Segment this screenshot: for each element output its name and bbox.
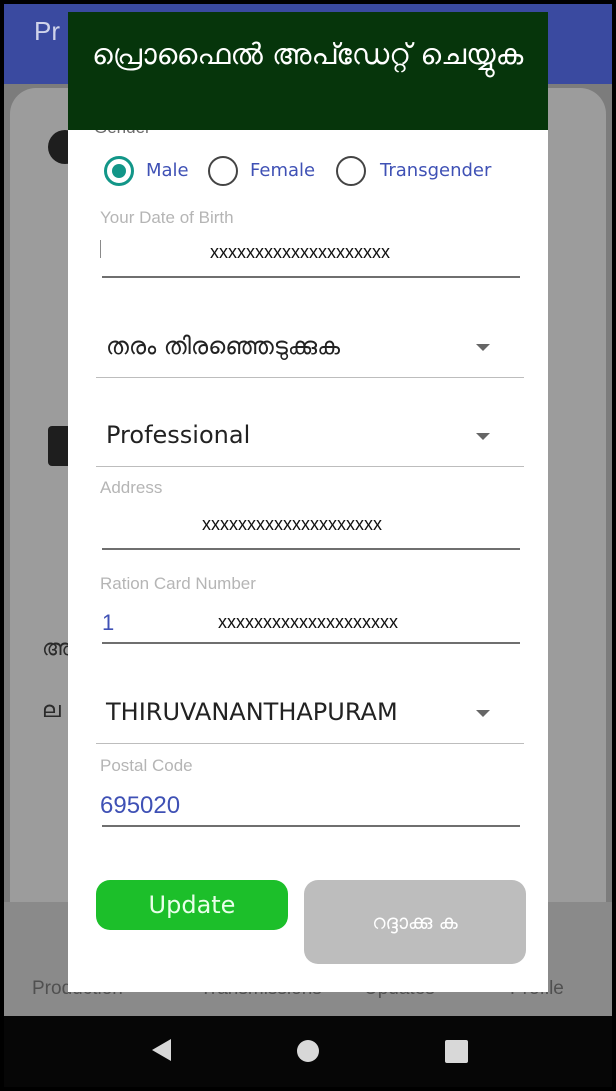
phone-screen: Pr അ ല Production Transmissions Updates … [4, 4, 612, 1087]
radio-label-male: Male [146, 160, 189, 181]
cancel-button[interactable]: റദ്ദാക്കു ക [304, 880, 526, 964]
chevron-down-icon [476, 344, 490, 351]
category-dropdown-underline [96, 377, 524, 378]
postal-code-input[interactable]: 695020 [100, 792, 180, 820]
dob-input[interactable]: xxxxxxxxxxxxxxxxxxxx [210, 242, 390, 263]
system-navigation-bar [4, 1016, 612, 1087]
radio-label-female: Female [250, 160, 316, 181]
district-dropdown-value: THIRUVANANTHAPURAM [106, 698, 398, 726]
radio-male[interactable] [104, 156, 134, 186]
ration-card-label: Ration Card Number [100, 574, 256, 593]
chevron-down-icon [476, 710, 490, 717]
postal-code-underline [102, 825, 520, 827]
profile-update-dialog: Gender പ്രൊഫൈൽ അപ്ഡേറ്റ് ചെയ്യുക Male Fe… [68, 12, 548, 992]
profession-dropdown-underline [96, 466, 524, 467]
address-label: Address [100, 478, 163, 497]
ration-card-prefix: 1 [102, 610, 115, 635]
ration-card-underline [102, 642, 520, 644]
dob-label: Your Date of Birth [100, 208, 234, 227]
address-input[interactable]: xxxxxxxxxxxxxxxxxxxx [202, 514, 382, 535]
radio-transgender[interactable] [336, 156, 366, 186]
dob-underline [102, 276, 520, 278]
ration-card-input[interactable]: xxxxxxxxxxxxxxxxxxxx [218, 612, 398, 633]
address-underline [102, 548, 520, 550]
update-button[interactable]: Update [96, 880, 288, 930]
back-icon[interactable] [152, 1039, 171, 1061]
radio-female[interactable] [208, 156, 238, 186]
radio-label-transgender: Transgender [380, 160, 492, 181]
category-dropdown-value: തരം തിരഞ്ഞെടുക്കുക [106, 332, 340, 360]
chevron-down-icon [476, 433, 490, 440]
dialog-title: പ്രൊഫൈൽ അപ്ഡേറ്റ് ചെയ്യുക [92, 37, 524, 71]
recent-apps-icon[interactable] [445, 1040, 468, 1063]
home-icon[interactable] [297, 1040, 319, 1062]
district-dropdown-underline [96, 743, 524, 744]
app-title: Pr [34, 16, 60, 46]
profession-dropdown-value: Professional [106, 421, 251, 449]
category-dropdown[interactable]: തരം തിരഞ്ഞെടുക്കുക [96, 318, 524, 378]
background-text-fragment-2: ല [42, 698, 61, 723]
dob-cursor [100, 240, 101, 258]
district-dropdown[interactable]: THIRUVANANTHAPURAM [96, 684, 524, 744]
profession-dropdown[interactable]: Professional [96, 407, 524, 467]
dialog-header: പ്രൊഫൈൽ അപ്ഡേറ്റ് ചെയ്യുക [68, 12, 548, 130]
postal-code-label: Postal Code [100, 756, 193, 775]
